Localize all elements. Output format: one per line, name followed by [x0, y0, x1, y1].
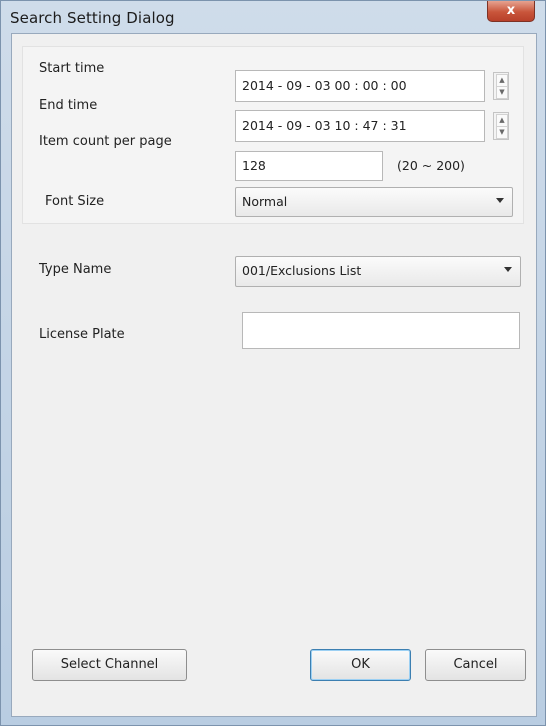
select-channel-button[interactable]: Select Channel — [32, 649, 187, 681]
start-time-label: Start time — [39, 61, 105, 76]
type-name-value: 001/Exclusions List — [242, 263, 362, 278]
type-name-select[interactable]: 001/Exclusions List — [235, 256, 521, 287]
search-setting-dialog: Search Setting Dialog x Start time 2014 … — [0, 0, 546, 726]
item-count-field[interactable]: 128 — [235, 151, 383, 181]
item-count-label: Item count per page — [39, 134, 172, 149]
ok-button[interactable]: OK — [310, 649, 411, 681]
start-time-spinner[interactable]: ▲ ▼ — [493, 72, 509, 100]
end-time-field[interactable]: 2014 - 09 - 03 10 : 47 : 31 — [235, 110, 485, 142]
title-bar[interactable]: Search Setting Dialog x — [1, 1, 545, 33]
close-button[interactable]: x — [487, 1, 535, 22]
chevron-down-icon — [496, 198, 504, 203]
close-icon: x — [506, 3, 516, 18]
type-name-label: Type Name — [39, 262, 112, 277]
font-size-label: Font Size — [45, 194, 105, 209]
start-time-field[interactable]: 2014 - 09 - 03 00 : 00 : 00 — [235, 70, 485, 102]
item-count-range: (20 ~ 200) — [397, 158, 465, 173]
dialog-title: Search Setting Dialog — [10, 9, 175, 27]
font-size-value: Normal — [242, 194, 288, 209]
spin-down-icon[interactable]: ▼ — [496, 126, 508, 139]
cancel-button[interactable]: Cancel — [425, 649, 526, 681]
spin-down-icon[interactable]: ▼ — [496, 86, 508, 99]
license-plate-label: License Plate — [39, 327, 125, 342]
font-size-select[interactable]: Normal — [235, 187, 513, 217]
dialog-client-area: Start time 2014 - 09 - 03 00 : 00 : 00 ▲… — [11, 33, 537, 717]
end-time-spinner[interactable]: ▲ ▼ — [493, 112, 509, 140]
license-plate-input[interactable] — [242, 312, 520, 349]
chevron-down-icon — [504, 267, 512, 272]
end-time-label: End time — [39, 98, 98, 113]
